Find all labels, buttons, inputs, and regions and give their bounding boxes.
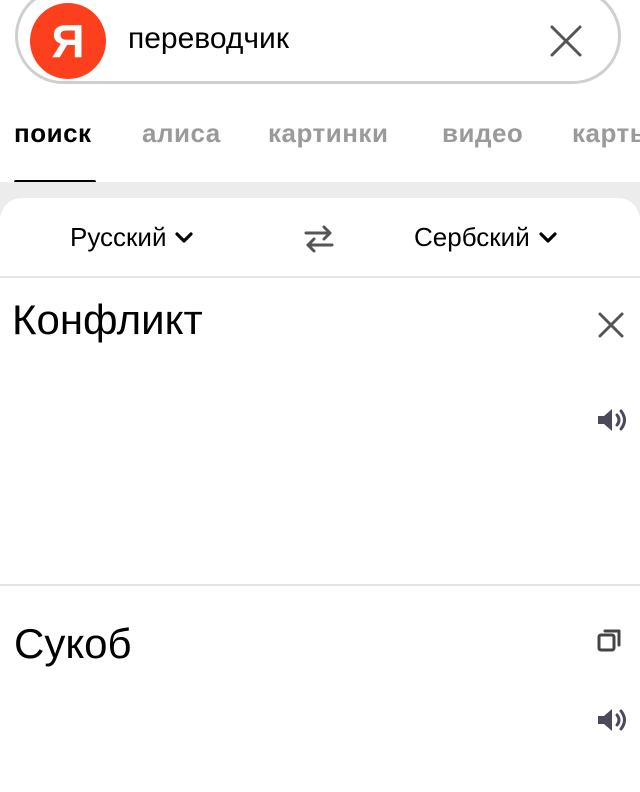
tab-search[interactable]: поиск bbox=[14, 118, 92, 149]
source-language-label: Русский bbox=[70, 222, 167, 252]
translator-card: Русский Сербский Конфликт Сукоб bbox=[0, 198, 640, 792]
target-language-label: Сербский bbox=[414, 222, 530, 252]
search-query[interactable]: переводчик bbox=[128, 21, 289, 57]
search-tabs: поиск алиса картинки видео карты bbox=[0, 96, 640, 186]
source-text-input[interactable]: Конфликт bbox=[12, 296, 203, 344]
chevron-down-icon bbox=[539, 231, 557, 243]
tab-images[interactable]: картинки bbox=[268, 118, 388, 149]
swap-arrows-icon[interactable] bbox=[302, 222, 336, 256]
copy-icon[interactable] bbox=[596, 626, 624, 654]
translator-page: Я переводчик поиск алиса картинки видео … bbox=[0, 0, 640, 792]
close-icon[interactable] bbox=[596, 310, 626, 340]
target-language-select[interactable]: Сербский bbox=[414, 222, 558, 253]
panel-divider bbox=[0, 584, 640, 586]
speaker-icon[interactable] bbox=[596, 406, 630, 434]
source-language-select[interactable]: Русский bbox=[70, 222, 194, 253]
tab-video[interactable]: видео bbox=[442, 118, 523, 149]
yandex-logo[interactable]: Я bbox=[30, 3, 106, 79]
close-icon[interactable] bbox=[546, 21, 586, 61]
speaker-icon[interactable] bbox=[596, 706, 630, 734]
chevron-down-icon bbox=[175, 231, 194, 243]
tab-alice[interactable]: алиса bbox=[142, 118, 221, 149]
translation-result: Сукоб bbox=[14, 620, 132, 667]
tab-maps[interactable]: карты bbox=[572, 118, 640, 149]
search-bar[interactable]: Я переводчик bbox=[15, 0, 621, 84]
language-selector-row: Русский Сербский bbox=[0, 198, 640, 278]
